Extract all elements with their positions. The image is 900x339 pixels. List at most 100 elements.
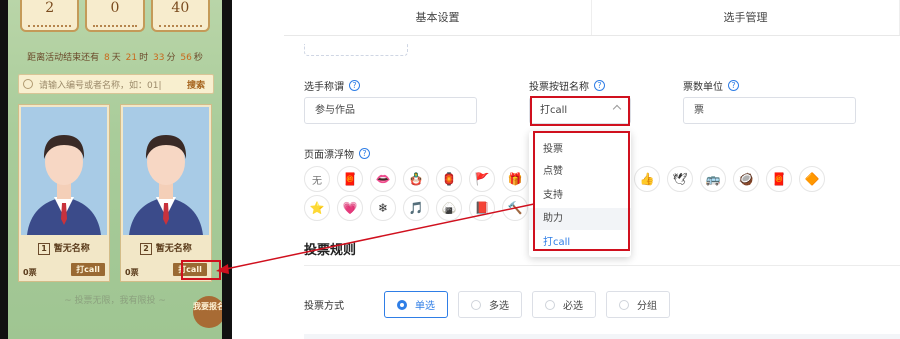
vote-rule-text: ~ 投票无限，我有限投 ~ xyxy=(64,296,166,306)
tab-basic-settings[interactable]: 基本设置 xyxy=(284,0,592,35)
contestant-number: 2 xyxy=(140,243,152,255)
vote-mode-required-radio[interactable]: 必选 xyxy=(532,291,596,318)
section-divider xyxy=(304,265,900,266)
vote-mode-single-radio[interactable]: 单选 xyxy=(384,291,448,318)
screenshot-root: 2 0 40 距离活动结束还有 8天 21 时 33 分 56 秒 请输入编号或者名称… xyxy=(0,0,900,339)
dropdown-highlight-frame xyxy=(533,131,630,251)
float-option-dove-icon[interactable]: 🕊 xyxy=(667,166,693,192)
radio-dot-icon xyxy=(619,299,629,310)
player-title-label-text: 选手称谓 xyxy=(304,82,344,93)
vote-unit-input[interactable]: 票 xyxy=(683,97,856,124)
vote-rules-title: 投票规则 xyxy=(304,243,357,258)
contestant-name: 2 暂无名称 xyxy=(121,241,211,255)
float-option-lips-icon[interactable]: 👄 xyxy=(370,166,396,192)
vote-button[interactable]: 打call xyxy=(71,263,105,276)
contestant-number: 1 xyxy=(38,243,50,255)
phone-search-input[interactable]: 请输入编号或者名称，如：01| xyxy=(39,78,187,91)
person-avatar-icon xyxy=(21,107,107,235)
vote-mode-group-radio[interactable]: 分组 xyxy=(606,291,670,318)
signup-button[interactable]: 我要报名 xyxy=(193,296,222,328)
stat-counter-value: 2 xyxy=(45,0,55,16)
person-avatar-icon xyxy=(123,107,209,235)
vote-mode-option-label: 单选 xyxy=(415,301,435,312)
float-option-bus-icon[interactable]: 🚌 xyxy=(700,166,726,192)
phone-search-bar[interactable]: 请输入编号或者名称，如：01| 搜索 xyxy=(18,74,214,94)
float-option-heart-icon[interactable]: 💗 xyxy=(337,195,363,221)
phone-bezel-right xyxy=(222,0,232,339)
countdown-prefix: 距离活动结束还有 xyxy=(27,53,100,63)
vote-mode-group: 投票方式 单选 多选 必选 分组 xyxy=(304,291,670,318)
float-option-music-note-icon[interactable]: 🎵 xyxy=(403,195,429,221)
float-option-diamond-icon[interactable]: 🔶 xyxy=(799,166,825,192)
stat-counter: 40 xyxy=(150,0,210,32)
vote-button-name-label-text: 投票按钮名称 xyxy=(529,82,589,93)
countdown-seconds-unit: 秒 xyxy=(193,53,203,63)
tab-player-management[interactable]: 选手管理 xyxy=(592,0,900,35)
float-option-rice-ball-icon[interactable]: 🍙 xyxy=(436,195,462,221)
contestant-avatar xyxy=(123,107,209,235)
help-icon[interactable]: ? xyxy=(594,80,605,91)
countdown-days-unit: 天 xyxy=(111,53,121,63)
vote-unit-label: 票数单位 ? xyxy=(683,78,739,93)
float-option-none[interactable]: 无 xyxy=(304,166,330,192)
contestant-card[interactable]: 1 暂无名称 0票 打call xyxy=(18,104,110,282)
player-title-input[interactable]: 参与作品 xyxy=(304,97,477,124)
float-option-flag-icon[interactable]: 🚩 xyxy=(469,166,495,192)
help-icon[interactable]: ? xyxy=(728,80,739,91)
vote-unit-label-text: 票数单位 xyxy=(683,82,723,93)
search-icon xyxy=(23,79,33,89)
vote-mode-option-label: 必选 xyxy=(563,301,583,312)
decorative-wave xyxy=(28,19,72,27)
stat-counter: 2 xyxy=(20,0,80,32)
countdown-days: 8 xyxy=(104,53,110,63)
float-option-book-icon[interactable]: 📕 xyxy=(469,195,495,221)
contestant-votes: 0票 xyxy=(23,268,37,277)
float-option-snowflake-icon[interactable]: ❄ xyxy=(370,195,396,221)
contestant-votes: 0票 xyxy=(125,268,139,277)
float-option-hammer-icon[interactable]: 🔨 xyxy=(502,195,528,221)
float-option-lucky-bag-icon[interactable]: 🧧 xyxy=(337,166,363,192)
float-option-thumbs-up-icon[interactable]: 👍 xyxy=(634,166,660,192)
settings-tabs: 基本设置 选手管理 xyxy=(284,0,900,36)
vote-mode-option-label: 分组 xyxy=(637,301,657,312)
phone-search-button[interactable]: 搜索 xyxy=(187,78,213,91)
float-option-red-envelope-icon[interactable]: 🧧 xyxy=(766,166,792,192)
contestant-name-text: 暂无名称 xyxy=(53,244,90,254)
page-floats-label: 页面漂浮物 ? xyxy=(304,146,370,161)
countdown-hours-unit: 时 xyxy=(139,53,149,63)
page-floats-label-text: 页面漂浮物 xyxy=(304,150,354,161)
stat-counter-value: 0 xyxy=(110,0,120,16)
previous-field-stub xyxy=(304,44,408,56)
countdown-minutes-unit: 分 xyxy=(166,53,176,63)
floats-row-2: ⭐ 💗 ❄ 🎵 🍙 📕 🔨 xyxy=(304,195,528,221)
float-option-coconut-icon[interactable]: 🥥 xyxy=(733,166,759,192)
select-highlight-frame xyxy=(530,96,630,126)
countdown-seconds: 56 xyxy=(180,53,192,63)
float-option-lantern-icon[interactable]: 🏮 xyxy=(436,166,462,192)
contestant-avatar xyxy=(21,107,107,235)
contestant-card[interactable]: 2 暂无名称 0票 打call xyxy=(120,104,212,282)
help-icon[interactable]: ? xyxy=(359,148,370,159)
help-icon[interactable]: ? xyxy=(349,80,360,91)
radio-dot-icon xyxy=(397,299,407,310)
decorative-wave xyxy=(93,19,137,27)
countdown-timer: 距离活动结束还有 8天 21 时 33 分 56 秒 xyxy=(8,50,222,63)
vote-mode-option-label: 多选 xyxy=(489,301,509,312)
phone-bezel-left xyxy=(0,0,8,339)
countdown-minutes: 33 xyxy=(153,53,165,63)
vote-mode-label: 投票方式 xyxy=(304,301,344,312)
stat-counter-value: 40 xyxy=(171,0,190,16)
next-section-stub xyxy=(304,334,900,339)
float-option-star-icon[interactable]: ⭐ xyxy=(304,195,330,221)
vote-button-highlight xyxy=(181,260,221,280)
radio-dot-icon xyxy=(545,299,555,310)
decorative-wave xyxy=(158,19,202,27)
contestant-name-text: 暂无名称 xyxy=(155,244,192,254)
float-option-doll-icon[interactable]: 🪆 xyxy=(403,166,429,192)
signup-button-label: 我要报名 xyxy=(193,302,222,311)
float-option-gift-icon[interactable]: 🎁 xyxy=(502,166,528,192)
vote-mode-multiple-radio[interactable]: 多选 xyxy=(458,291,522,318)
player-title-label: 选手称谓 ? xyxy=(304,78,360,93)
stats-counters: 2 0 40 xyxy=(20,0,210,36)
contestant-name: 1 暂无名称 xyxy=(19,241,109,255)
